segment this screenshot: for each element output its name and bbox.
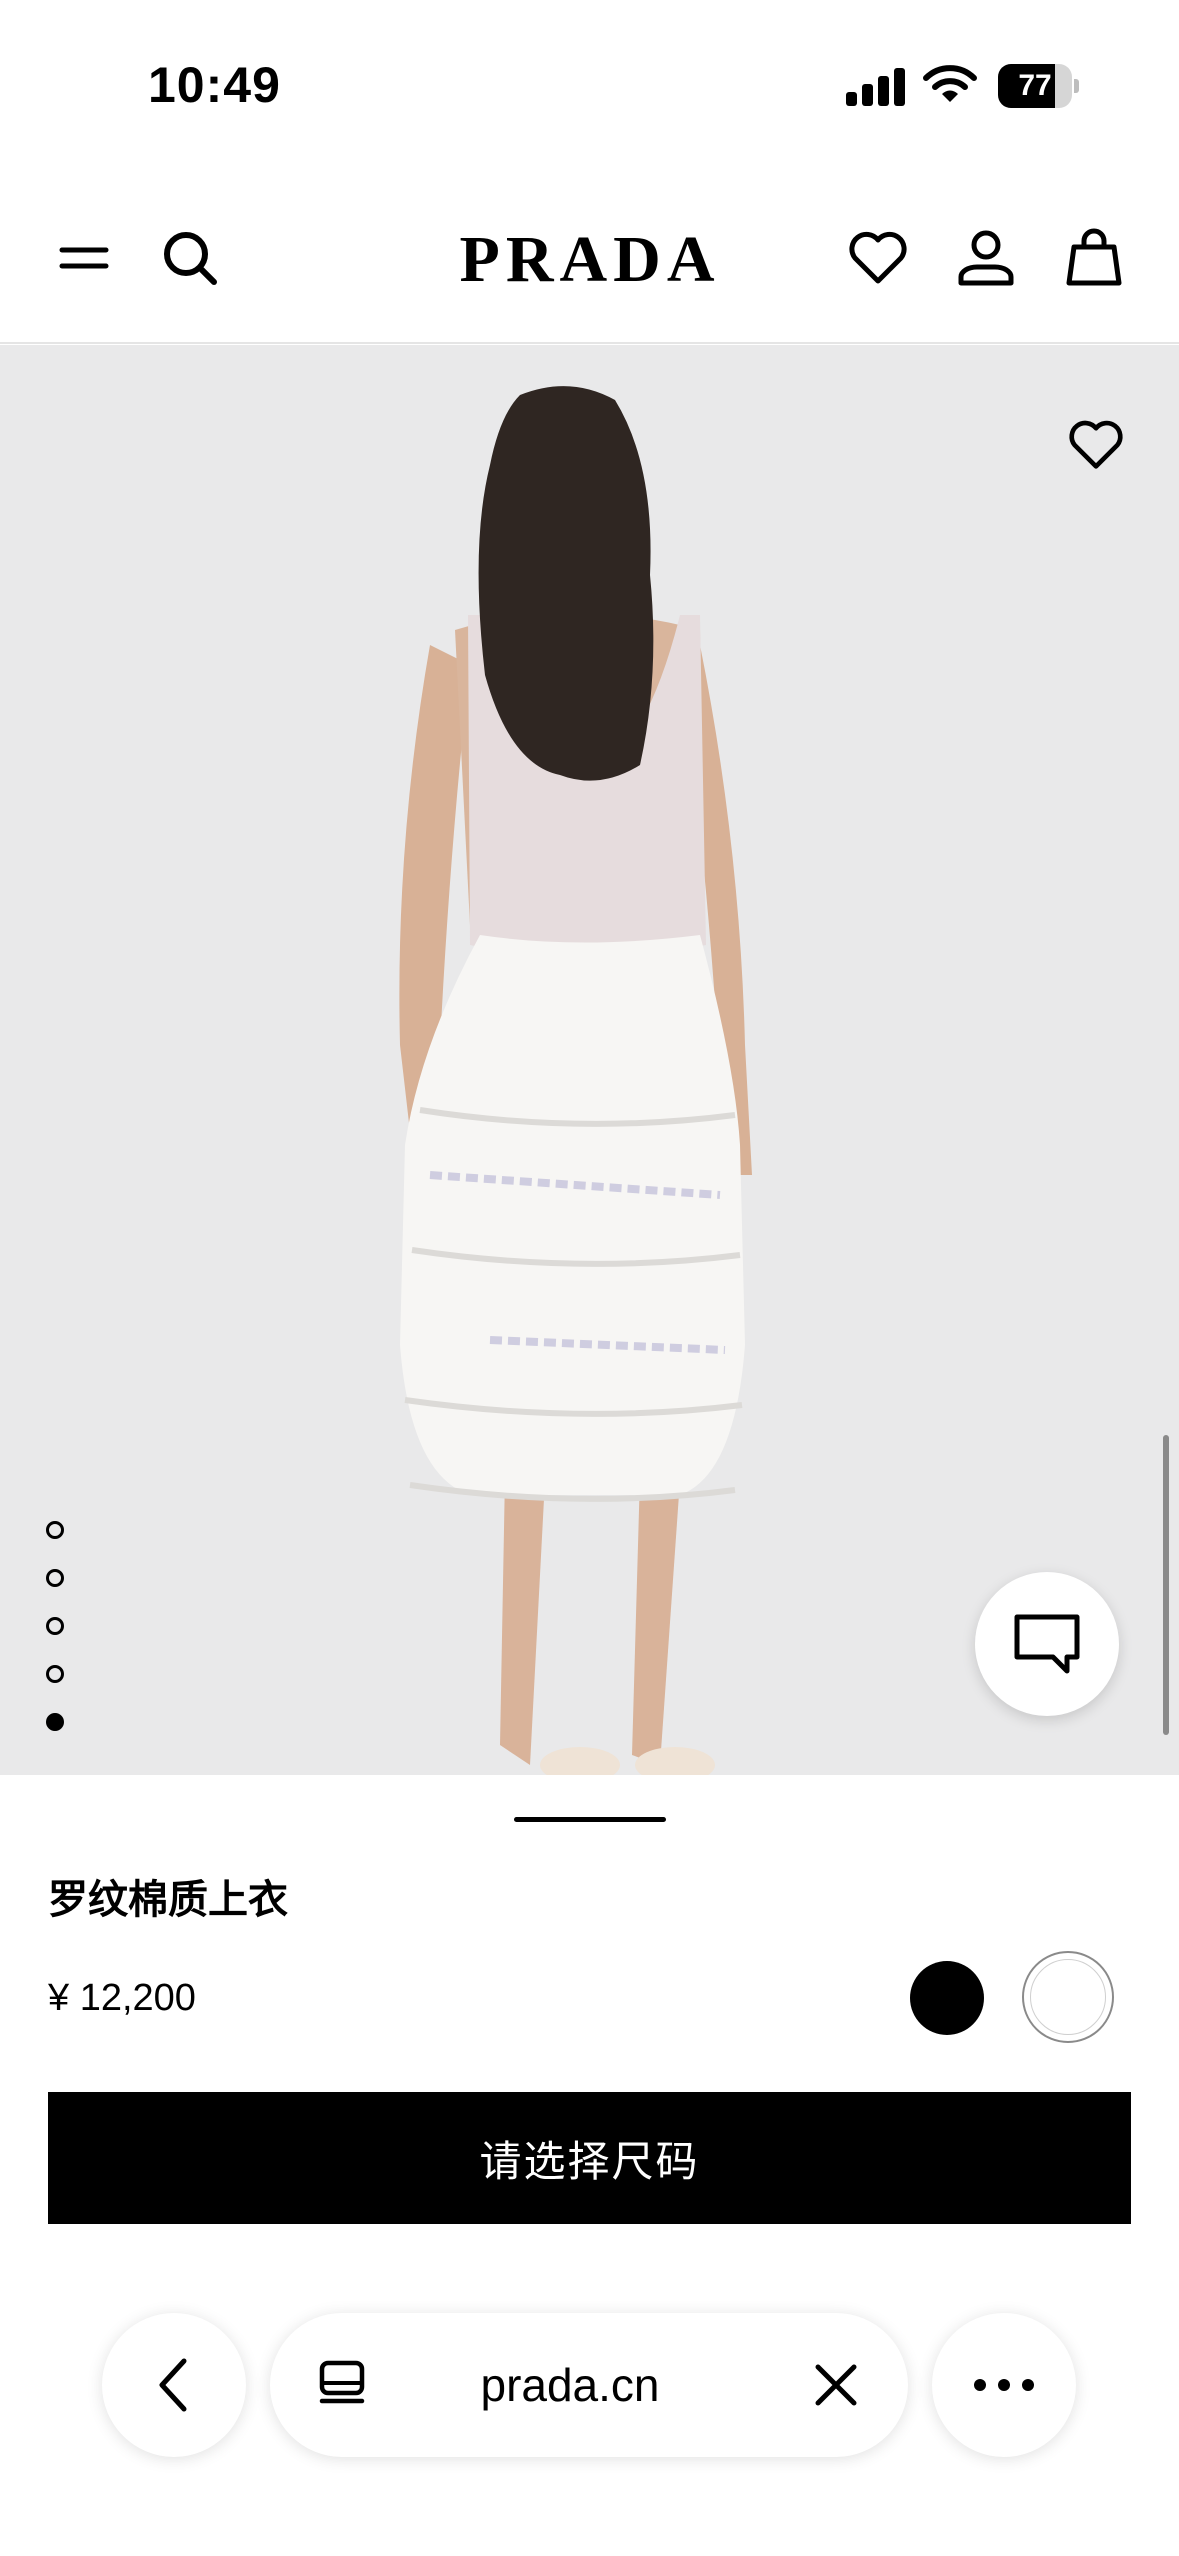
tabs-icon[interactable] (314, 2357, 370, 2413)
product-info-sheet: 罗纹棉质上衣 ¥ 12,200 请选择尺码 (0, 1775, 1179, 2235)
gallery-dot[interactable] (46, 1521, 64, 1539)
status-time: 10:49 (148, 57, 281, 113)
color-swatch-black[interactable] (910, 1961, 984, 2035)
gallery-dot[interactable] (46, 1665, 64, 1683)
site-header: PRADA (0, 170, 1179, 344)
battery-percent: 77 (1018, 69, 1052, 102)
scrollbar-thumb[interactable] (1163, 1435, 1169, 1735)
bag-icon (1066, 228, 1122, 286)
chat-icon (1014, 1614, 1080, 1674)
battery-icon: 77 (998, 64, 1079, 108)
gallery-pagination (46, 1521, 70, 1761)
product-name: 罗纹棉质上衣 (48, 1878, 288, 1922)
back-button[interactable] (102, 2313, 246, 2457)
search-icon (164, 232, 217, 285)
url-text[interactable]: prada.cn (420, 2358, 720, 2412)
wishlist-button[interactable] (838, 218, 918, 298)
browser-toolbar: prada.cn (0, 2235, 1179, 2556)
gallery-dot[interactable] (46, 1569, 64, 1587)
more-button[interactable] (932, 2313, 1076, 2457)
color-swatch-white-selected[interactable] (1022, 1951, 1114, 2043)
search-button[interactable] (150, 218, 230, 298)
gallery-dot[interactable] (46, 1713, 64, 1731)
account-icon (958, 230, 1014, 286)
bag-button[interactable] (1054, 218, 1134, 298)
status-bar: 10:49 77 (0, 0, 1179, 170)
favorite-button[interactable] (1056, 405, 1136, 485)
product-photo (399, 386, 752, 1775)
select-size-button[interactable]: 请选择尺码 (48, 2092, 1131, 2224)
chat-button[interactable] (975, 1572, 1119, 1716)
product-price: ¥ 12,200 (48, 1977, 196, 2019)
sheet-grabber[interactable] (514, 1817, 666, 1822)
color-swatch-white[interactable] (1030, 1959, 1106, 2035)
brand-logo[interactable]: PRADA (430, 222, 750, 298)
close-icon[interactable] (808, 2357, 864, 2413)
address-bar[interactable]: prada.cn (270, 2313, 908, 2457)
heart-icon (849, 231, 907, 284)
account-button[interactable] (946, 218, 1026, 298)
heart-icon (1069, 420, 1123, 469)
product-image-gallery[interactable] (0, 345, 1179, 1775)
back-chevron-icon (159, 2358, 187, 2412)
gallery-dot[interactable] (46, 1617, 64, 1635)
menu-icon (59, 247, 109, 269)
signal-icon (846, 66, 906, 106)
wifi-icon (923, 65, 977, 102)
menu-button[interactable] (44, 218, 124, 298)
more-icon (974, 2379, 1034, 2391)
